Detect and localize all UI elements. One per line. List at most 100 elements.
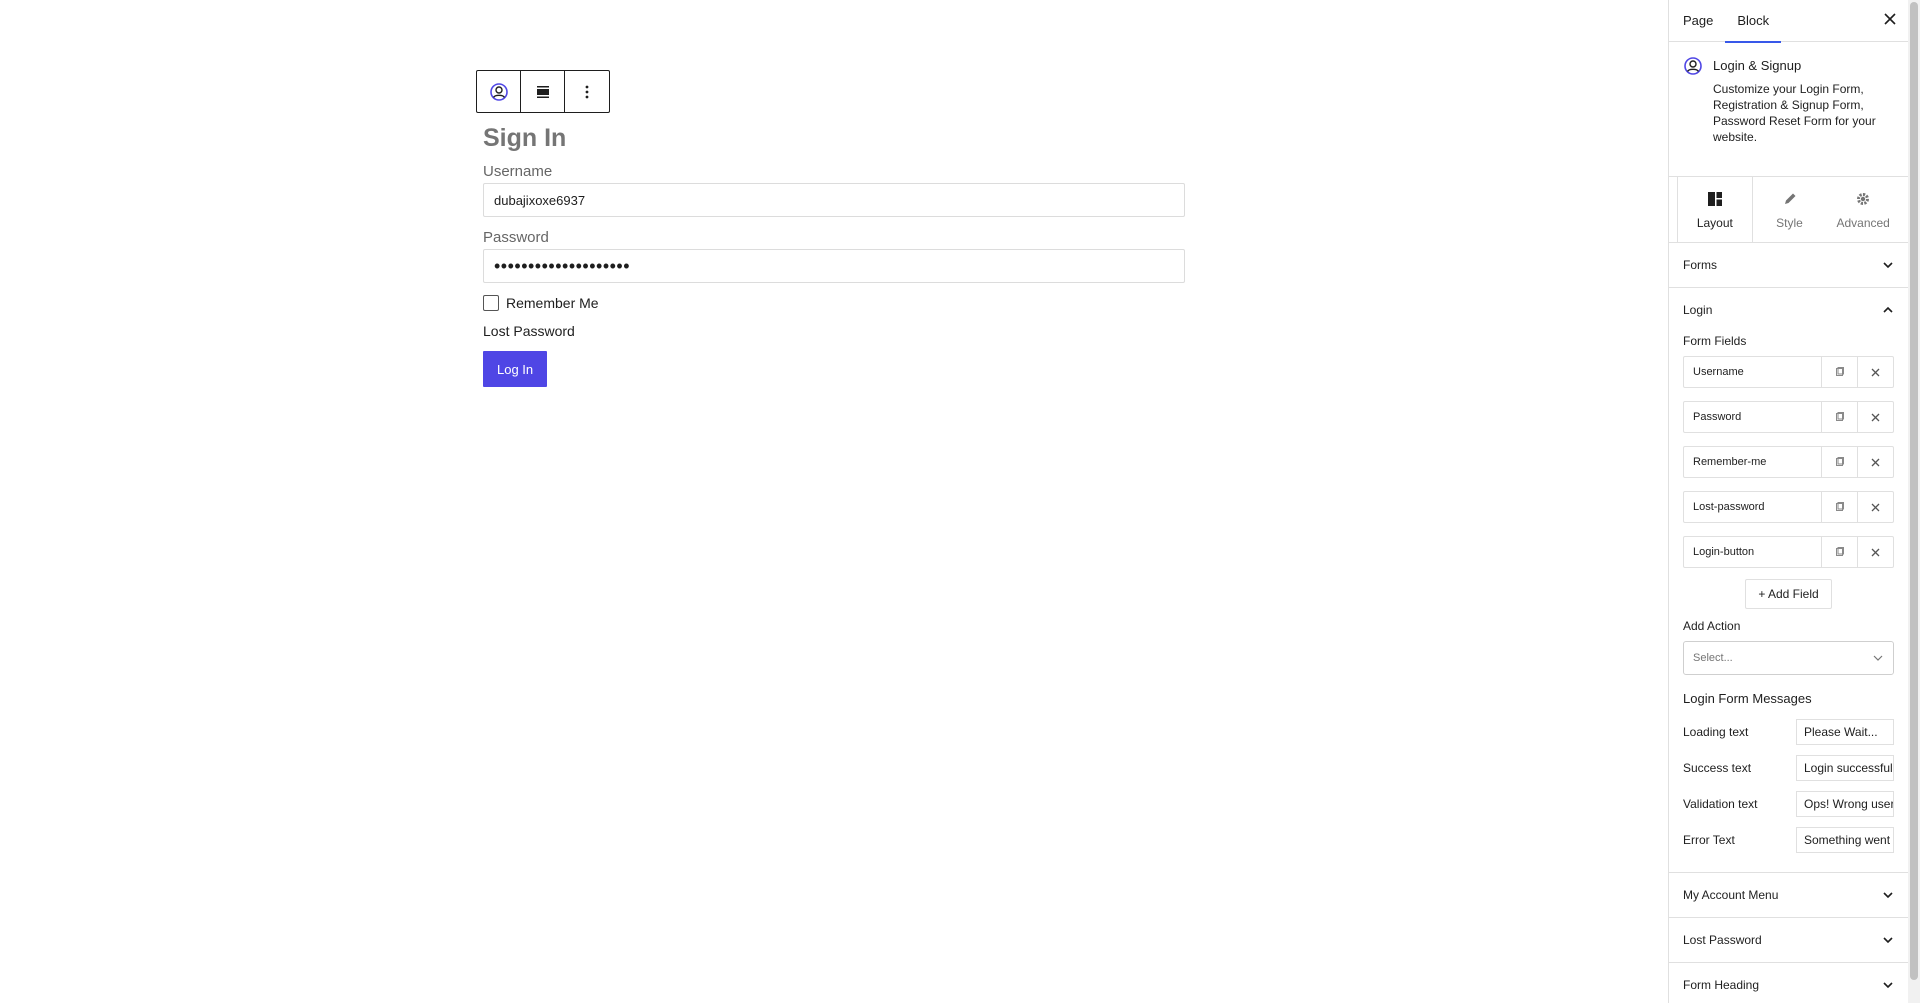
block-toolbar [476, 70, 610, 113]
field-row-username: Username [1683, 356, 1894, 388]
section-my-account-menu-toggle[interactable]: My Account Menu [1669, 873, 1908, 917]
section-login: Login Form Fields Username Password Reme… [1669, 288, 1908, 873]
add-action-select[interactable]: Select... [1683, 641, 1894, 675]
add-field-wrap: + Add Field [1683, 579, 1894, 609]
chevron-down-icon [1883, 892, 1893, 899]
remove-button[interactable] [1857, 492, 1893, 522]
remember-me-checkbox[interactable] [483, 295, 499, 311]
close-icon [1871, 368, 1880, 376]
duplicate-button[interactable] [1821, 447, 1857, 477]
field-row-login-button: Login-button [1683, 536, 1894, 568]
loading-text-input[interactable]: Please Wait... [1796, 719, 1894, 745]
form-title: Sign In [483, 124, 567, 152]
password-input[interactable] [483, 249, 1185, 283]
chevron-down-icon [1883, 937, 1893, 944]
form-fields-label: Form Fields [1683, 334, 1747, 348]
sidebar-header: Page Block [1669, 0, 1908, 43]
more-options-button[interactable] [565, 71, 609, 112]
gear-icon [1857, 192, 1870, 205]
section-lost-password-toggle[interactable]: Lost Password [1669, 918, 1908, 962]
success-text-input[interactable]: Login successful [1796, 755, 1894, 781]
message-label: Error Text [1683, 833, 1735, 847]
close-icon [1884, 13, 1896, 25]
section-form-heading-toggle[interactable]: Form Heading [1669, 963, 1908, 1003]
block-type-button[interactable] [477, 71, 521, 112]
duplicate-button[interactable] [1821, 357, 1857, 387]
section-login-toggle[interactable]: Login [1669, 288, 1908, 332]
copy-icon [1835, 367, 1844, 376]
validation-text-input[interactable]: Ops! Wrong username [1796, 791, 1894, 817]
field-name[interactable]: Login-button [1684, 537, 1821, 567]
tab-layout[interactable]: Layout [1677, 177, 1753, 242]
sidebar-scrollbar-thumb[interactable] [1910, 2, 1918, 980]
section-forms: Forms [1669, 243, 1908, 288]
remove-button[interactable] [1857, 537, 1893, 567]
chevron-down-icon [1883, 982, 1893, 989]
close-icon [1871, 413, 1880, 421]
chevron-down-icon [1883, 262, 1893, 269]
section-form-heading: Form Heading [1669, 963, 1908, 1003]
field-name[interactable]: Username [1684, 357, 1821, 387]
tab-page[interactable]: Page [1683, 0, 1725, 42]
layout-icon [1707, 191, 1722, 206]
tab-style[interactable]: Style [1753, 177, 1827, 242]
field-name[interactable]: Remember-me [1684, 447, 1821, 477]
add-action-placeholder: Select... [1693, 652, 1733, 664]
log-in-button[interactable]: Log In [483, 351, 548, 387]
duplicate-button[interactable] [1821, 492, 1857, 522]
tab-advanced[interactable]: Advanced [1826, 177, 1900, 242]
chevron-up-icon [1883, 306, 1893, 313]
add-field-button[interactable]: + Add Field [1745, 579, 1832, 609]
tab-layout-label: Layout [1696, 215, 1733, 230]
tab-style-label: Style [1776, 215, 1803, 230]
pencil-icon [1784, 193, 1795, 204]
user-circle-icon [1684, 57, 1702, 75]
message-row-loading: Loading text Please Wait... [1683, 718, 1894, 746]
message-row-success: Success text Login successful [1683, 754, 1894, 782]
field-row-lost-password: Lost-password [1683, 491, 1894, 523]
remember-me-label[interactable]: Remember Me [506, 295, 599, 311]
panel-tabs: Layout Style Advanced [1669, 177, 1908, 243]
section-my-account-menu: My Account Menu [1669, 873, 1908, 918]
tab-block[interactable]: Block [1725, 0, 1781, 43]
editor-canvas: Sign In Username Password Remember Me Lo… [0, 0, 1668, 1003]
username-label: Username [483, 163, 553, 180]
align-button[interactable] [521, 71, 565, 112]
more-vertical-icon [585, 85, 589, 98]
section-form-heading-title: Form Heading [1683, 978, 1760, 992]
section-forms-title: Forms [1683, 258, 1717, 272]
copy-icon [1835, 412, 1844, 421]
duplicate-button[interactable] [1821, 537, 1857, 567]
message-label: Success text [1683, 761, 1752, 775]
login-form: Sign In Username Password Remember Me Lo… [483, 124, 1185, 387]
error-text-input[interactable]: Something went wrong [1796, 827, 1894, 853]
password-label: Password [483, 229, 549, 246]
section-login-title: Login [1683, 303, 1713, 317]
close-icon [1871, 548, 1880, 556]
chevron-down-icon [1873, 655, 1883, 661]
field-row-remember-me: Remember-me [1683, 446, 1894, 478]
block-card: Login & Signup Customize your Login Form… [1669, 42, 1908, 177]
user-circle-icon [489, 82, 508, 101]
copy-icon [1835, 457, 1844, 466]
field-name[interactable]: Lost-password [1684, 492, 1821, 522]
close-icon [1871, 503, 1880, 511]
field-name[interactable]: Password [1684, 402, 1821, 432]
lost-password-link[interactable]: Lost Password [483, 323, 1185, 339]
block-name: Login & Signup [1713, 58, 1802, 73]
remove-button[interactable] [1857, 402, 1893, 432]
copy-icon [1835, 547, 1844, 556]
field-row-password: Password [1683, 401, 1894, 433]
block-icon [1683, 56, 1703, 162]
block-description: Customize your Login Form, Registration … [1713, 82, 1876, 144]
align-icon [536, 85, 549, 98]
username-input[interactable] [483, 183, 1185, 217]
remove-button[interactable] [1857, 447, 1893, 477]
remove-button[interactable] [1857, 357, 1893, 387]
tab-advanced-label: Advanced [1836, 215, 1890, 230]
section-login-body: Form Fields Username Password Remember-m… [1669, 334, 1908, 872]
section-forms-toggle[interactable]: Forms [1669, 243, 1908, 287]
close-sidebar-button[interactable] [1884, 12, 1896, 30]
section-lost-password-title: Lost Password [1683, 933, 1762, 947]
duplicate-button[interactable] [1821, 402, 1857, 432]
